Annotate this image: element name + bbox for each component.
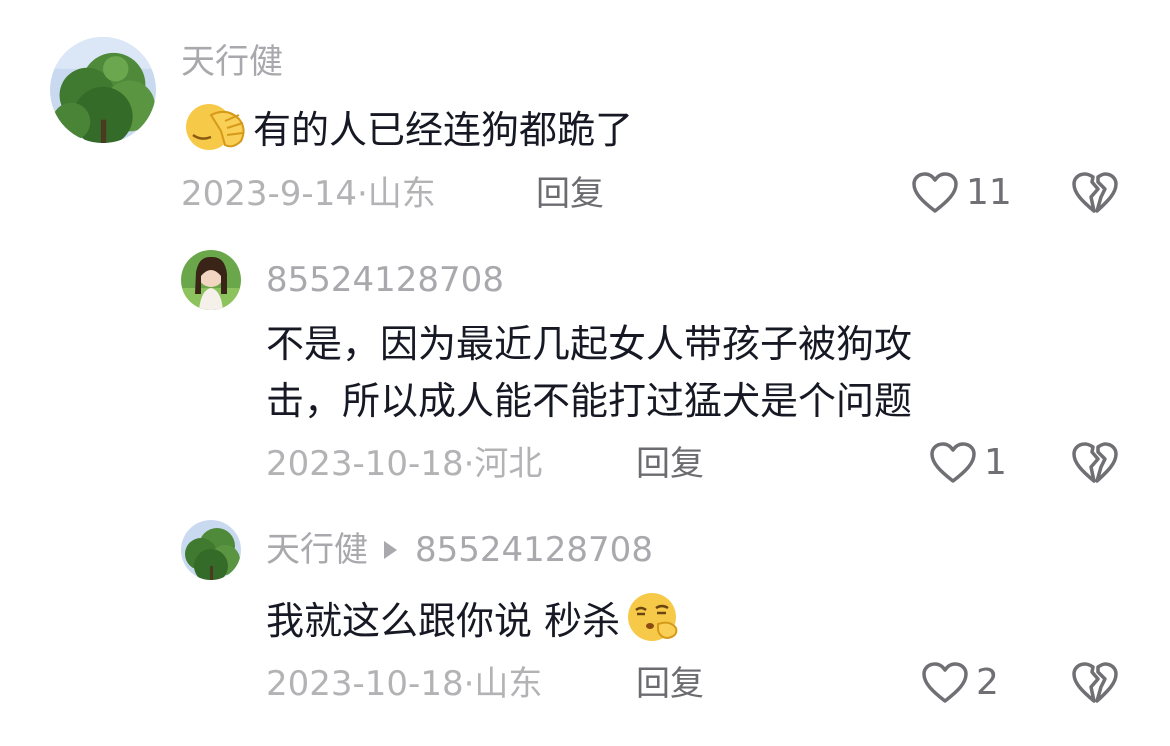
facepalm-emoji-icon xyxy=(181,101,253,153)
comment-text: 击，所以成人能不能打过猛犬是个问题 xyxy=(266,379,913,423)
meta-separator: · xyxy=(463,444,475,484)
dislike-button[interactable] xyxy=(1070,661,1120,705)
like-count: 1 xyxy=(984,442,1007,483)
dislike-button[interactable] xyxy=(1070,441,1120,485)
meta-separator: · xyxy=(356,174,368,214)
comment-text-body: 我就这么跟你说 秒杀 xyxy=(266,599,621,643)
like-button[interactable]: 2 xyxy=(920,661,999,705)
heart-outline-icon xyxy=(928,441,978,485)
comment-location: 山东 xyxy=(474,664,543,704)
thinking-squint-emoji-icon xyxy=(622,590,684,644)
broken-heart-icon xyxy=(1070,661,1120,705)
comment-meta: 2023-10-18·河北 xyxy=(266,444,542,484)
avatar[interactable] xyxy=(181,250,241,310)
comment-date: 2023-10-18 xyxy=(266,664,464,704)
comment-location: 河北 xyxy=(474,444,543,484)
comment-meta: 2023-10-18·山东 xyxy=(266,664,542,704)
comment-username[interactable]: 天行健 xyxy=(266,530,368,570)
comment-username-line: 天行健 85524128708 xyxy=(266,530,653,570)
comment-text-body: 有的人已经连狗都跪了 xyxy=(253,108,634,152)
broken-heart-icon xyxy=(1070,171,1120,215)
heart-outline-icon xyxy=(910,171,960,215)
comment-date: 2023-9-14 xyxy=(181,174,357,214)
reply-button[interactable]: 回复 xyxy=(636,664,704,704)
reply-button[interactable]: 回复 xyxy=(536,174,604,214)
broken-heart-icon xyxy=(1070,441,1120,485)
comment-text: 我就这么跟你说 秒杀 xyxy=(266,590,684,648)
comment-text: 不是，因为最近几起女人带孩子被狗攻 xyxy=(266,322,913,366)
reply-button[interactable]: 回复 xyxy=(636,444,704,484)
reply-to-username[interactable]: 85524128708 xyxy=(415,530,653,570)
heart-outline-icon xyxy=(920,661,970,705)
comment-location: 山东 xyxy=(367,174,436,214)
dislike-button[interactable] xyxy=(1070,171,1120,215)
like-count: 11 xyxy=(966,172,1012,213)
comment-username[interactable]: 天行健 xyxy=(181,42,283,82)
avatar[interactable] xyxy=(50,37,156,143)
like-count: 2 xyxy=(976,662,999,703)
comment-username[interactable]: 85524128708 xyxy=(266,260,504,300)
comment-date: 2023-10-18 xyxy=(266,444,464,484)
like-button[interactable]: 1 xyxy=(928,441,1007,485)
reply-arrow-icon xyxy=(384,541,397,559)
avatar[interactable] xyxy=(181,520,241,580)
comment-text: 有的人已经连狗都跪了 xyxy=(181,101,633,157)
like-button[interactable]: 11 xyxy=(910,171,1012,215)
comment-meta: 2023-9-14·山东 xyxy=(181,174,436,214)
meta-separator: · xyxy=(463,664,475,704)
